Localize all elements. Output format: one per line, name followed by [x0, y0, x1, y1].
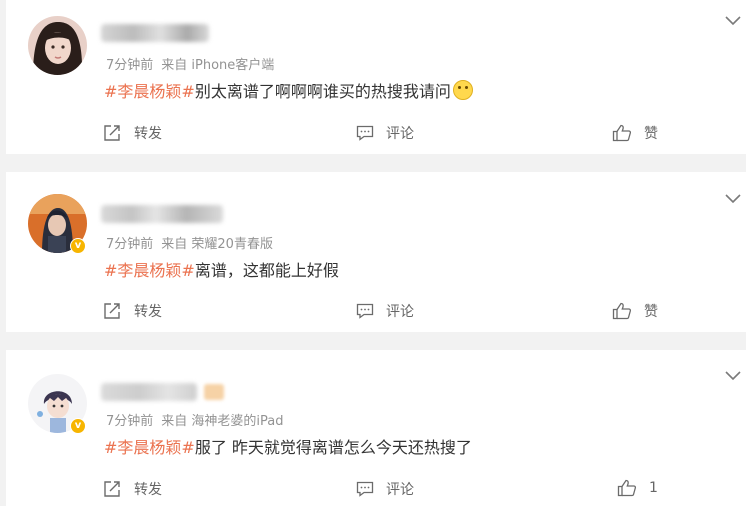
- post-time: 7分钟前: [106, 58, 154, 73]
- repost-button[interactable]: 转发: [102, 123, 162, 143]
- post-time: 7分钟前: [106, 414, 154, 429]
- hashtag-link[interactable]: #李晨杨颖#: [104, 438, 195, 457]
- repost-label: 转发: [134, 304, 162, 320]
- comment-button[interactable]: 评论: [356, 479, 414, 499]
- username-blurred[interactable]: [101, 24, 209, 42]
- repost-icon: [104, 303, 120, 319]
- comment-label: 评论: [386, 482, 414, 498]
- hashtag-link[interactable]: #李晨杨颖#: [104, 82, 195, 101]
- like-count: 1: [649, 480, 658, 496]
- repost-icon: [104, 125, 120, 141]
- like-label: 赞: [644, 304, 658, 320]
- comment-icon: [356, 481, 374, 497]
- post-card: 7分钟前 来自 iPhone客户端 #李晨杨颖#别太离谱了啊啊啊谁买的热搜我请问 …: [6, 0, 746, 154]
- comment-button[interactable]: 评论: [356, 301, 414, 321]
- like-icon: [612, 124, 632, 142]
- post-source: 来自 iPhone客户端: [161, 58, 275, 73]
- like-button[interactable]: 赞: [612, 301, 658, 321]
- post-source: 来自 海神老婆的iPad: [161, 414, 284, 429]
- like-button[interactable]: 赞: [612, 123, 658, 143]
- hashtag-link[interactable]: #李晨杨颖#: [104, 261, 195, 280]
- comment-label: 评论: [386, 304, 414, 320]
- post-meta: 7分钟前 来自 荣耀20青春版: [106, 233, 273, 252]
- verified-badge-icon: v: [70, 238, 86, 254]
- post-text: #李晨杨颖#别太离谱了啊啊啊谁买的热搜我请问: [104, 78, 473, 102]
- post-time: 7分钟前: [106, 237, 154, 252]
- post-card: v 7分钟前 来自 荣耀20青春版 #李晨杨颖#离谱，这都能上好假 转发 评论 赞: [6, 172, 746, 332]
- post-body: 别太离谱了啊啊啊谁买的热搜我请问: [194, 82, 451, 101]
- post-text: #李晨杨颖#服了 昨天就觉得离谱怎么今天还热搜了: [104, 434, 472, 458]
- comment-icon: [356, 125, 374, 141]
- like-icon: [612, 302, 632, 320]
- repost-icon: [104, 481, 120, 497]
- post-meta: 7分钟前 来自 iPhone客户端: [106, 54, 274, 73]
- user-badge-blurred: [204, 384, 224, 400]
- username-blurred[interactable]: [101, 205, 223, 223]
- like-icon: [617, 479, 637, 497]
- repost-label: 转发: [134, 126, 162, 142]
- like-button[interactable]: 1: [617, 479, 658, 497]
- post-meta: 7分钟前 来自 海神老婆的iPad: [106, 410, 284, 429]
- smile-emoji-icon: [452, 80, 473, 100]
- comment-button[interactable]: 评论: [356, 123, 414, 143]
- chevron-down-icon[interactable]: [724, 14, 742, 26]
- post-body: 离谱，这都能上好假: [194, 261, 339, 280]
- repost-button[interactable]: 转发: [102, 301, 162, 321]
- repost-button[interactable]: 转发: [102, 479, 162, 499]
- post-text: #李晨杨颖#离谱，这都能上好假: [104, 257, 339, 281]
- post-card: v 7分钟前 来自 海神老婆的iPad #李晨杨颖#服了 昨天就觉得离谱怎么今天还…: [6, 350, 746, 506]
- comment-icon: [356, 303, 374, 319]
- username-blurred[interactable]: [101, 383, 197, 401]
- comment-feed: 7分钟前 来自 iPhone客户端 #李晨杨颖#别太离谱了啊啊啊谁买的热搜我请问 …: [0, 0, 746, 506]
- post-body: 服了 昨天就觉得离谱怎么今天还热搜了: [194, 438, 472, 457]
- post-source: 来自 荣耀20青春版: [161, 237, 273, 252]
- like-label: 赞: [644, 126, 658, 142]
- comment-label: 评论: [386, 126, 414, 142]
- chevron-down-icon[interactable]: [724, 369, 742, 381]
- verified-badge-icon: v: [70, 418, 86, 434]
- avatar[interactable]: [28, 16, 87, 75]
- chevron-down-icon[interactable]: [724, 192, 742, 204]
- repost-label: 转发: [134, 482, 162, 498]
